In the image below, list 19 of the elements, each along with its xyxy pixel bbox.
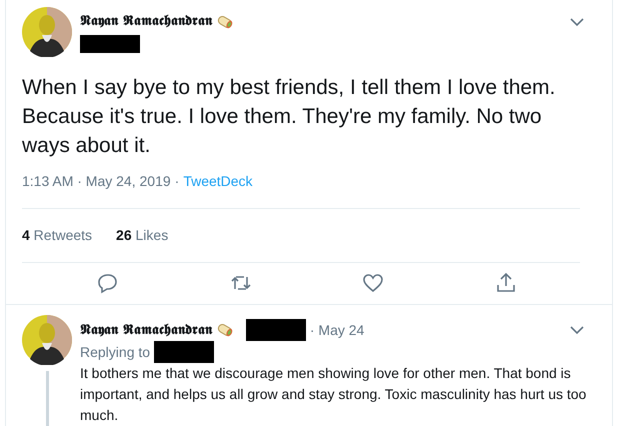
separator: · xyxy=(174,172,180,191)
reply-text: It bothers me that we discourage men showing love for other men. That bond is important, and helps us all grow and stay strong. Toxic masculinity has hurt us too much. xyxy=(80,364,588,425)
redaction-bar xyxy=(80,35,140,53)
reply-icon[interactable] xyxy=(96,271,120,295)
author-name[interactable]: 𝕹𝖆𝖞𝖆𝖓 𝕽𝖆𝖒𝖆𝖈𝖍𝖆𝖓𝖉𝖗𝖆𝖓 xyxy=(80,320,212,340)
reply-date[interactable]: · May 24 xyxy=(310,320,364,340)
redaction-bar xyxy=(246,319,306,341)
tweet-text: When I say bye to my best friends, I tell them I love them. Because it's true. I love them. They're my family. No two ways about it. xyxy=(22,75,556,159)
redaction-bar xyxy=(154,341,214,363)
timestamp: 1:13 AM · May 24, 2019 xyxy=(22,172,171,191)
author-name[interactable]: 𝕹𝖆𝖞𝖆𝖓 𝕽𝖆𝖒𝖆𝖈𝖍𝖆𝖓𝖉𝖗𝖆𝖓 xyxy=(80,11,212,32)
avatar[interactable] xyxy=(22,7,72,57)
heart-icon[interactable] xyxy=(361,271,386,295)
chevron-down-icon[interactable] xyxy=(570,17,584,27)
replying-to-label: Replying to xyxy=(80,342,150,362)
stat-count[interactable]: 26 Likes xyxy=(116,225,168,246)
stat-count[interactable]: 4 Retweets xyxy=(22,225,92,246)
avatar[interactable] xyxy=(22,315,72,365)
chevron-down-icon[interactable] xyxy=(570,325,584,335)
